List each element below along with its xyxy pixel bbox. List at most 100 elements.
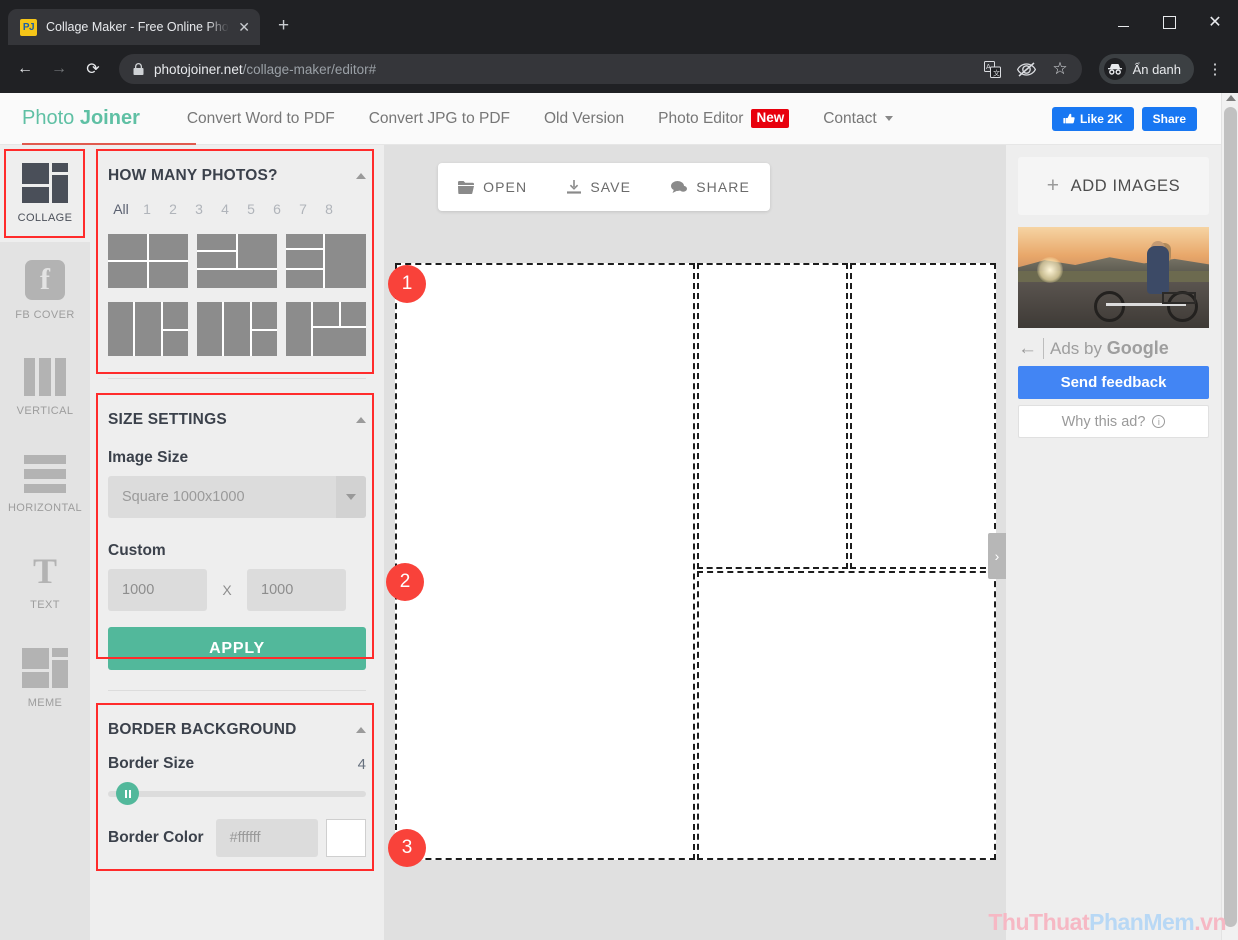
panel-collapse-toggle[interactable]: › [988, 533, 1006, 579]
incognito-avatar-icon [1103, 58, 1126, 80]
count-option-1[interactable]: 1 [134, 201, 160, 217]
layout-thumb-3top-1bottom[interactable] [197, 234, 277, 288]
border-color-swatch[interactable] [326, 819, 366, 857]
facebook-like-button[interactable]: Like 2K [1051, 106, 1134, 131]
collage-cell-top-right[interactable] [850, 263, 996, 569]
border-color-label: Border Color [108, 829, 204, 846]
maximize-button[interactable] [1146, 0, 1192, 45]
bookmark-star-icon[interactable]: ☆ [1052, 59, 1067, 79]
custom-label: Custom [108, 542, 166, 559]
nav-link-photo-editor[interactable]: Photo Editor New [641, 93, 806, 145]
border-color-input[interactable]: #ffffff [215, 819, 318, 857]
why-this-ad-button[interactable]: Why this ad? i [1018, 405, 1209, 438]
image-size-select[interactable]: Square 1000x1000 [108, 476, 366, 518]
watermark-part1: ThuThuat [988, 909, 1090, 935]
minimize-button[interactable] [1100, 0, 1146, 45]
count-option-2[interactable]: 2 [160, 201, 186, 217]
panel-header[interactable]: BORDER BACKGROUND [108, 699, 366, 755]
share-button[interactable]: SHARE [671, 179, 750, 195]
tool-rail: COLLAGE f FB COVER VERTICAL HORIZONTAL T [0, 145, 90, 940]
back-arrow-icon[interactable]: ← [1018, 339, 1037, 358]
reload-icon[interactable]: ⟳ [78, 54, 108, 84]
sidebar-item-meme[interactable]: MEME [0, 630, 90, 727]
save-button[interactable]: SAVE [567, 179, 631, 195]
add-images-button[interactable]: + ADD IMAGES [1018, 157, 1209, 215]
close-window-button[interactable]: ✕ [1192, 0, 1238, 45]
canvas-toolbar: OPEN SAVE SHARE [438, 163, 770, 211]
thumbs-up-icon [1063, 113, 1075, 123]
collage-cell-top-middle[interactable] [697, 263, 848, 569]
watermark-part3: .vn [1194, 909, 1226, 935]
site-logo[interactable]: Photo Joiner [22, 107, 140, 130]
apply-button[interactable]: APPLY [108, 627, 366, 670]
count-option-5[interactable]: 5 [238, 201, 264, 217]
translate-icon[interactable]: A文 [984, 60, 1002, 78]
forward-icon[interactable]: → [44, 54, 74, 84]
eye-off-icon[interactable] [1017, 61, 1037, 77]
count-option-7[interactable]: 7 [290, 201, 316, 217]
browser-menu-icon[interactable]: ⋮ [1202, 60, 1228, 78]
panel-header[interactable]: HOW MANY PHOTOS? [108, 145, 366, 201]
chevron-down-icon[interactable] [336, 476, 366, 518]
send-feedback-button[interactable]: Send feedback [1018, 366, 1209, 399]
ad-image[interactable] [1018, 227, 1209, 328]
slider-handle[interactable] [116, 782, 139, 805]
custom-height-input[interactable]: 1000 [247, 569, 346, 611]
collage-cell-bottom-right[interactable] [697, 571, 996, 860]
chevron-up-icon[interactable] [356, 727, 366, 733]
layout-thumb-2left-1right[interactable] [286, 234, 366, 288]
layout-thumb-4col-split[interactable] [108, 302, 188, 356]
count-option-4[interactable]: 4 [212, 201, 238, 217]
close-icon[interactable]: ✕ [238, 20, 250, 34]
photo-count-filter: All 1 2 3 4 5 6 7 8 [108, 201, 366, 234]
advertisement[interactable]: ← Ads by Google Send feedback Why this a… [1018, 227, 1209, 438]
collage-cell-left-tall[interactable] [395, 263, 695, 860]
collage-canvas[interactable] [395, 263, 996, 860]
facebook-social-buttons: Like 2K Share [1051, 106, 1221, 131]
address-bar[interactable]: photojoiner.net/collage-maker/editor# A文… [119, 54, 1082, 84]
facebook-share-button[interactable]: Share [1141, 106, 1197, 131]
count-option-all[interactable]: All [108, 201, 134, 217]
vertical-columns-icon [24, 358, 66, 396]
count-option-6[interactable]: 6 [264, 201, 290, 217]
sidebar-item-text[interactable]: T TEXT [0, 533, 90, 630]
layout-thumb-left-col-2top-1bottom[interactable] [286, 302, 366, 356]
panel-header[interactable]: SIZE SETTINGS [108, 389, 366, 445]
page-scrollbar[interactable] [1221, 93, 1238, 940]
new-tab-icon[interactable]: + [278, 15, 289, 37]
scroll-up-icon[interactable] [1226, 95, 1236, 101]
nav-link-old-version[interactable]: Old Version [527, 93, 641, 145]
count-option-3[interactable]: 3 [186, 201, 212, 217]
close-icon: ✕ [1208, 13, 1222, 31]
sidebar-item-horizontal[interactable]: HORIZONTAL [0, 436, 90, 533]
back-icon[interactable]: ← [10, 54, 40, 84]
svg-text:文: 文 [993, 68, 1000, 77]
info-icon: i [1152, 415, 1166, 428]
scrollbar-thumb[interactable] [1224, 107, 1237, 927]
canvas-area: OPEN SAVE SHARE › [384, 145, 1006, 940]
sidebar-item-collage[interactable]: COLLAGE [0, 145, 90, 242]
custom-width-input[interactable]: 1000 [108, 569, 207, 611]
nav-link-convert-jpg[interactable]: Convert JPG to PDF [352, 93, 527, 145]
google-wordmark: Google [1106, 337, 1169, 358]
ad-bicycle [1093, 288, 1198, 322]
layout-thumb-2x2[interactable] [108, 234, 188, 288]
border-size-label: Border Size [108, 755, 195, 772]
layout-thumb-3col-mid-split[interactable] [197, 302, 277, 356]
like-label: Like 2K [1079, 111, 1123, 126]
sidebar-item-fb-cover[interactable]: f FB COVER [0, 242, 90, 339]
incognito-indicator[interactable]: Ẩn danh [1098, 54, 1194, 84]
browser-toolbar: ← → ⟳ photojoiner.net/collage-maker/edit… [0, 45, 1238, 93]
page-content: Photo Joiner Convert Word to PDF Convert… [0, 93, 1238, 940]
nav-link-contact[interactable]: Contact [806, 93, 909, 145]
browser-tab[interactable]: PJ Collage Maker - Free Online Phot ✕ [8, 9, 260, 45]
chevron-up-icon[interactable] [356, 417, 366, 423]
chevron-up-icon[interactable] [356, 173, 366, 179]
open-button[interactable]: OPEN [458, 179, 527, 195]
border-size-slider[interactable] [108, 782, 366, 805]
nav-link-convert-word[interactable]: Convert Word to PDF [170, 93, 352, 145]
sidebar-item-vertical[interactable]: VERTICAL [0, 339, 90, 436]
count-option-8[interactable]: 8 [316, 201, 342, 217]
chevron-down-icon [884, 116, 893, 121]
add-images-label: ADD IMAGES [1070, 176, 1181, 195]
